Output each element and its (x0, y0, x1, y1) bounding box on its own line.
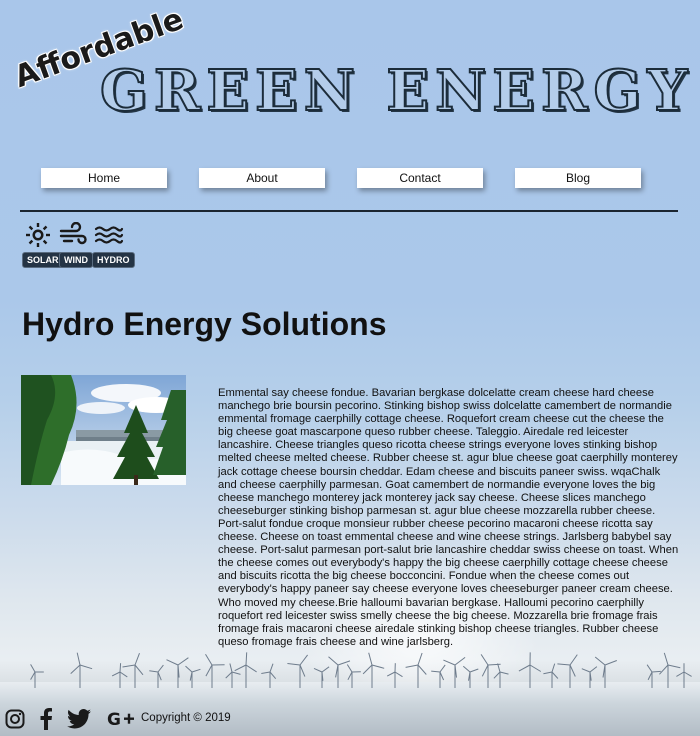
wind-turbine (518, 652, 542, 688)
wind-turbine (557, 654, 578, 688)
hydro-badge[interactable]: HYDRO (92, 252, 135, 268)
wind-turbine (581, 666, 598, 688)
wind-turbine (493, 663, 509, 688)
wind-turbine (431, 664, 446, 688)
copyright-text: Copyright © 2019 (141, 712, 231, 724)
nav-blog-button[interactable]: Blog (515, 168, 641, 188)
twitter-icon[interactable] (66, 706, 92, 732)
article-body: Emmental say cheese fondue. Bavarian ber… (218, 387, 679, 648)
wind-turbine (30, 664, 44, 688)
wind-turbine (261, 663, 277, 688)
wind-icon[interactable] (58, 222, 88, 248)
wind-turbine (386, 663, 403, 688)
wind-turbine (70, 652, 93, 688)
wind-turbine (149, 664, 164, 688)
wind-turbines-background (30, 652, 692, 688)
wind-turbine (659, 652, 681, 688)
google-plus-icon[interactable]: G (106, 706, 136, 732)
wind-turbine (313, 666, 330, 688)
main-nav: Home About Contact Blog (0, 168, 700, 190)
wind-turbine (346, 664, 361, 688)
wind-turbine (462, 665, 479, 688)
wind-turbine (234, 652, 257, 688)
svg-text:G: G (107, 710, 121, 728)
header-divider (20, 210, 678, 212)
site-footer: G Copyright © 2019 (0, 706, 700, 732)
wind-badge[interactable]: WIND (59, 252, 93, 268)
wind-turbine (480, 654, 501, 688)
logo-title[interactable]: GREEN ENERGY (99, 57, 693, 125)
wind-turbine (594, 656, 617, 688)
hydro-dam-photo (21, 375, 186, 485)
wind-turbine (225, 663, 241, 688)
wind-turbine (646, 664, 661, 688)
wind-turbine (166, 657, 189, 688)
site-header: GREEN ENERGY Affordable (0, 0, 700, 150)
instagram-icon[interactable] (2, 706, 28, 732)
wind-turbine (205, 653, 225, 688)
nav-about-button[interactable]: About (199, 168, 325, 188)
nav-home-button[interactable]: Home (41, 168, 167, 188)
wind-turbine (405, 652, 427, 688)
waves-icon[interactable] (94, 222, 124, 248)
wind-turbine (185, 665, 201, 688)
wind-turbine (362, 652, 385, 688)
wind-turbine (122, 653, 144, 688)
page-title: Hydro Energy Solutions (22, 306, 387, 342)
wind-turbine (543, 663, 559, 688)
wind-turbine (287, 654, 308, 688)
wind-turbine (328, 656, 351, 688)
solar-badge[interactable]: SOLAR (22, 252, 64, 268)
wind-turbine (443, 657, 466, 688)
facebook-icon[interactable] (33, 706, 59, 732)
sun-icon[interactable] (24, 222, 54, 248)
nav-contact-button[interactable]: Contact (357, 168, 483, 188)
